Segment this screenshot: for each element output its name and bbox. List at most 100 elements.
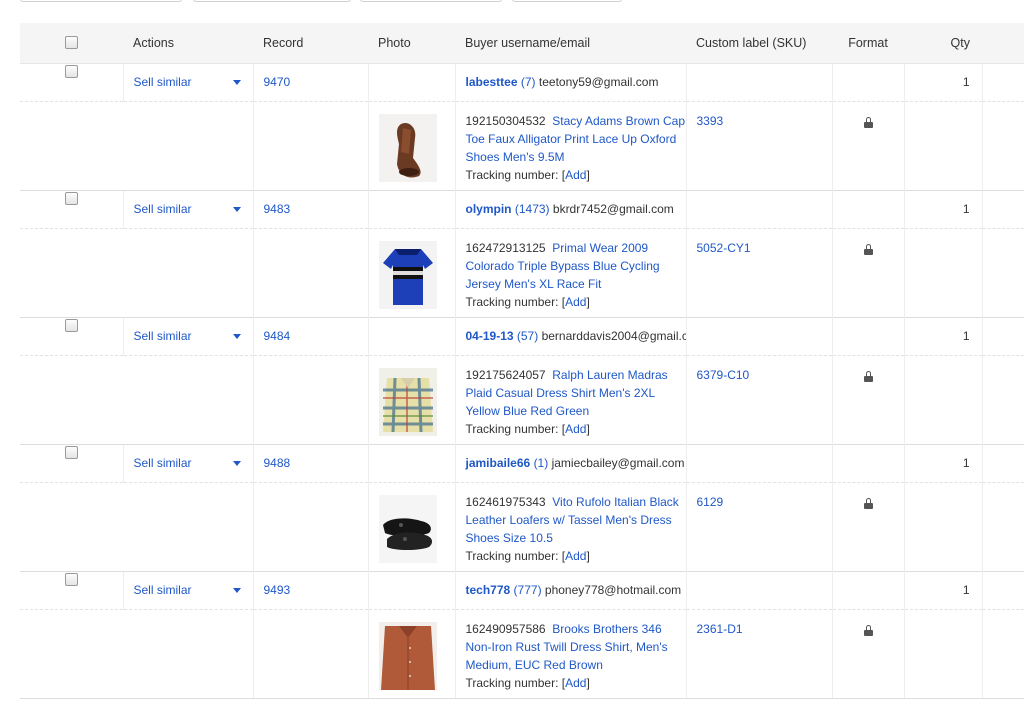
add-tracking-link[interactable]: Add xyxy=(565,295,586,309)
item-spacer-cell xyxy=(123,228,253,318)
item-spacer-cell xyxy=(123,482,253,572)
toolbar-button-4[interactable] xyxy=(512,0,622,2)
sell-similar-link[interactable]: Sell similar xyxy=(134,329,192,343)
order-item-row: 192175624057 Ralph Lauren Madras Plaid C… xyxy=(20,355,1024,445)
buyer-username-link[interactable]: jamibaile66 xyxy=(466,456,531,470)
order-select-checkbox[interactable] xyxy=(64,573,78,586)
buyer-cell: 04-19-13 (57) bernarddavis2004@gmail.c xyxy=(454,317,686,356)
black-loafers-thumbnail[interactable] xyxy=(378,495,455,563)
record-number-link[interactable]: 9488 xyxy=(264,456,291,470)
column-header-overflow xyxy=(982,23,1024,64)
order-select-checkbox[interactable] xyxy=(64,319,78,332)
add-tracking-link[interactable]: Add xyxy=(565,549,586,563)
order-select-checkbox[interactable] xyxy=(64,192,78,205)
overflow-cell xyxy=(981,317,1024,356)
buyer-email: teetony59@gmail.com xyxy=(538,75,659,89)
record-cell: 9493 xyxy=(252,571,368,610)
overflow-cell xyxy=(981,609,1024,699)
sku-link[interactable]: 5052-CY1 xyxy=(697,241,751,255)
format-cell-empty xyxy=(831,63,904,102)
item-spacer-cell xyxy=(123,355,253,445)
buyer-username-link[interactable]: tech778 xyxy=(466,583,511,597)
tracking-label: Tracking number: xyxy=(465,168,559,182)
column-header-format[interactable]: Format xyxy=(832,23,904,64)
column-header-buyer[interactable]: Buyer username/email xyxy=(455,23,686,64)
order-select-checkbox[interactable] xyxy=(64,65,78,78)
actions-cell: Sell similar xyxy=(122,317,253,356)
photo-cell xyxy=(367,228,455,318)
brown-oxford-shoe-thumbnail[interactable] xyxy=(378,114,455,182)
sku-link[interactable]: 6129 xyxy=(697,495,724,509)
actions-dropdown-icon[interactable] xyxy=(232,588,241,593)
tracking-label: Tracking number: xyxy=(465,295,559,309)
item-spacer-cell xyxy=(123,101,253,191)
format-cell xyxy=(831,101,904,191)
add-tracking-link[interactable]: Add xyxy=(565,422,586,436)
item-qty-cell xyxy=(903,101,982,191)
buyer-feedback-score[interactable]: (777) xyxy=(514,583,542,597)
record-number-link[interactable]: 9470 xyxy=(264,75,291,89)
rust-dress-shirt-thumbnail[interactable] xyxy=(378,622,455,690)
toolbar-button-1[interactable] xyxy=(20,0,182,2)
column-header-sku[interactable]: Custom label (SKU) xyxy=(686,23,832,64)
sku-link[interactable]: 6379-C10 xyxy=(697,368,750,382)
sku-cell: 3393 xyxy=(685,101,832,191)
buyer-feedback-score[interactable]: (7) xyxy=(521,75,536,89)
actions-dropdown-icon[interactable] xyxy=(232,461,241,466)
column-header-actions[interactable]: Actions xyxy=(123,23,253,64)
sku-cell-empty xyxy=(685,571,832,610)
column-header-qty[interactable]: Qty xyxy=(904,23,982,64)
select-all-checkbox[interactable] xyxy=(65,35,78,49)
sell-similar-link[interactable]: Sell similar xyxy=(134,75,192,89)
photo-cell xyxy=(367,609,455,699)
sku-link[interactable]: 3393 xyxy=(697,114,724,128)
order-select-checkbox[interactable] xyxy=(64,446,78,459)
record-cell: 9488 xyxy=(252,444,368,483)
buyer-email: bkrdr7452@gmail.com xyxy=(552,202,674,216)
sku-link[interactable]: 2361-D1 xyxy=(697,622,743,636)
buyer-username-link[interactable]: 04-19-13 xyxy=(466,329,514,343)
buyer-cell: jamibaile66 (1) jamiecbailey@gmail.com xyxy=(454,444,686,483)
photo-cell-empty xyxy=(367,317,455,356)
actions-dropdown-icon[interactable] xyxy=(232,207,241,212)
buyer-cell: tech778 (777) phoney778@hotmail.com xyxy=(454,571,686,610)
buyer-username-link[interactable]: olympin xyxy=(466,202,512,216)
orders-table: Actions Record Photo Buyer username/emai… xyxy=(20,23,1024,699)
sell-similar-link[interactable]: Sell similar xyxy=(134,202,192,216)
actions-cell: Sell similar xyxy=(122,571,253,610)
tracking-label: Tracking number: xyxy=(465,676,559,690)
buyer-feedback-score[interactable]: (1473) xyxy=(515,202,550,216)
photo-cell-empty xyxy=(367,190,455,229)
buyer-cell: labesttee (7) teetony59@gmail.com xyxy=(454,63,686,102)
format-cell-empty xyxy=(831,444,904,483)
record-cell: 9470 xyxy=(252,63,368,102)
add-tracking-link[interactable]: Add xyxy=(565,168,586,182)
fixed-price-lock-icon xyxy=(863,117,873,128)
item-qty-cell xyxy=(903,609,982,699)
column-header-record[interactable]: Record xyxy=(253,23,368,64)
toolbar-button-2[interactable] xyxy=(193,0,351,2)
order-item-row: 162461975343 Vito Rufolo Italian Black L… xyxy=(20,482,1024,572)
sku-cell: 5052-CY1 xyxy=(685,228,832,318)
record-number-link[interactable]: 9484 xyxy=(264,329,291,343)
actions-dropdown-icon[interactable] xyxy=(232,80,241,85)
buyer-feedback-score[interactable]: (57) xyxy=(517,329,538,343)
order-item-row: 162472913125 Primal Wear 2009 Colorado T… xyxy=(20,228,1024,318)
blue-cycling-jersey-thumbnail[interactable] xyxy=(378,241,455,309)
toolbar-button-3[interactable] xyxy=(360,0,502,2)
sell-similar-link[interactable]: Sell similar xyxy=(134,456,192,470)
item-spacer-cell xyxy=(252,101,368,191)
plaid-shirt-thumbnail[interactable] xyxy=(378,368,455,436)
actions-cell: Sell similar xyxy=(122,190,253,229)
add-tracking-link[interactable]: Add xyxy=(565,676,586,690)
buyer-username-link[interactable]: labesttee xyxy=(466,75,518,89)
buyer-feedback-score[interactable]: (1) xyxy=(534,456,549,470)
record-number-link[interactable]: 9493 xyxy=(264,583,291,597)
item-spacer-cell xyxy=(252,355,368,445)
item-number: 162461975343 xyxy=(465,495,546,509)
item-spacer-cell xyxy=(123,609,253,699)
actions-dropdown-icon[interactable] xyxy=(232,334,241,339)
sell-similar-link[interactable]: Sell similar xyxy=(134,583,192,597)
overflow-cell xyxy=(981,63,1024,102)
record-number-link[interactable]: 9483 xyxy=(264,202,291,216)
